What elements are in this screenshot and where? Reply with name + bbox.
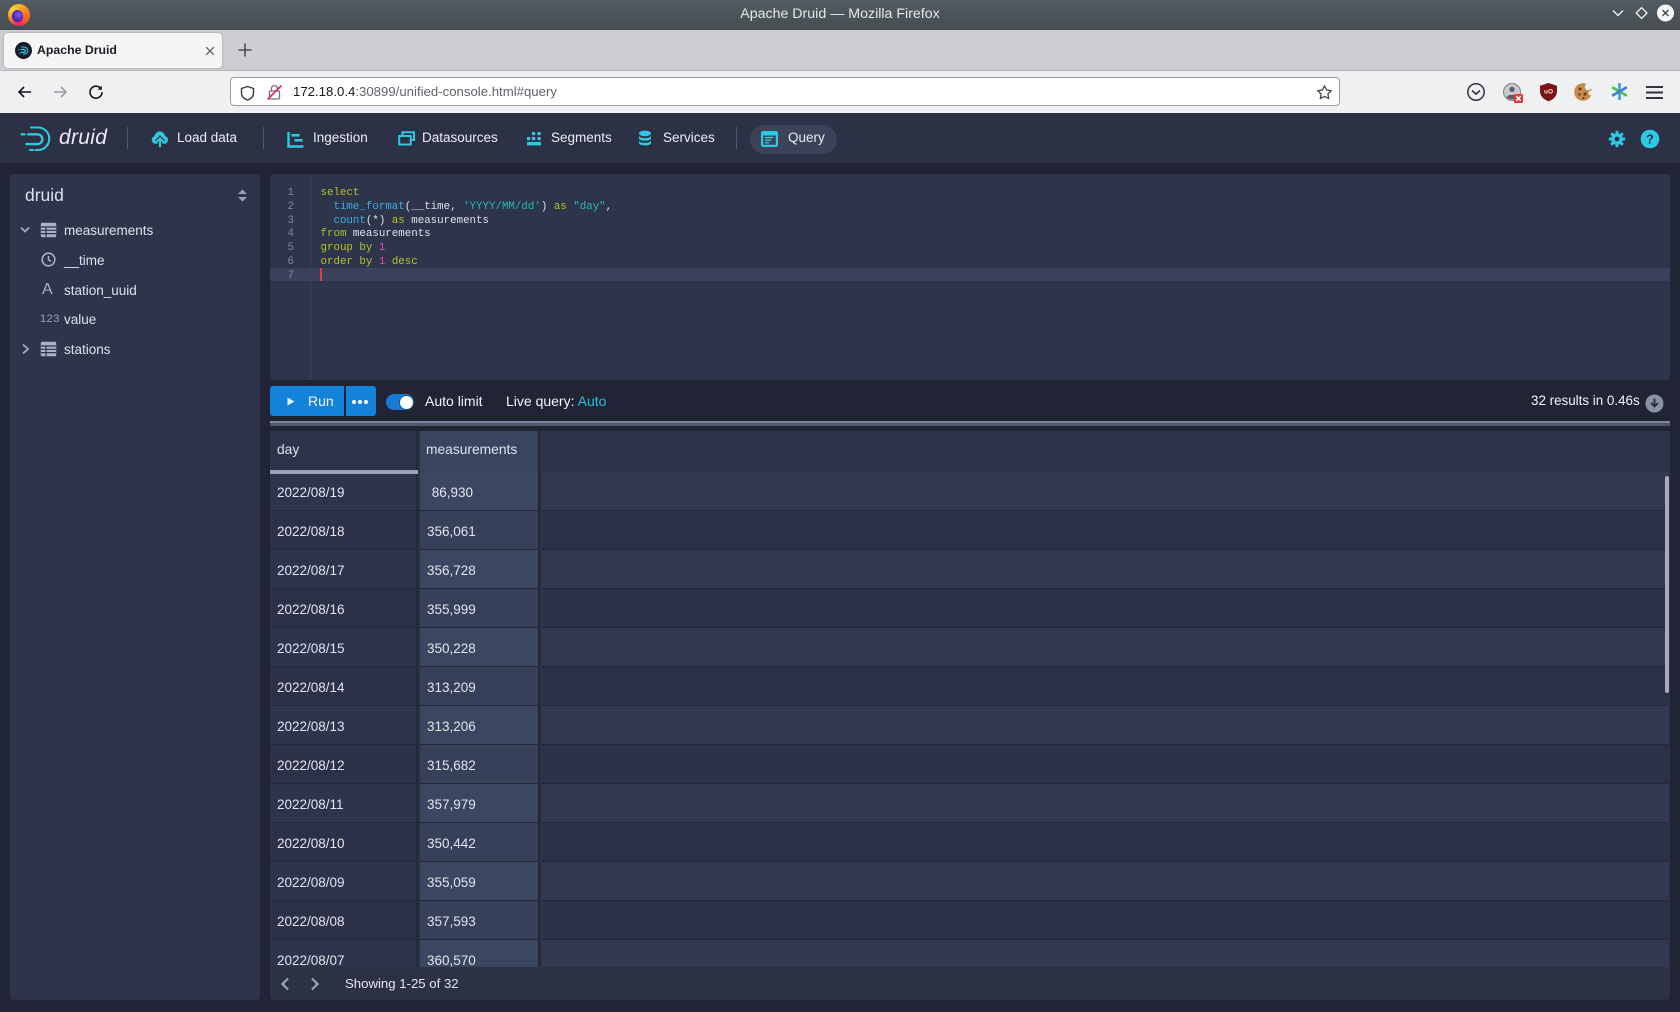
svg-text:uO: uO bbox=[1544, 89, 1553, 96]
svg-text:?: ? bbox=[1646, 133, 1654, 147]
